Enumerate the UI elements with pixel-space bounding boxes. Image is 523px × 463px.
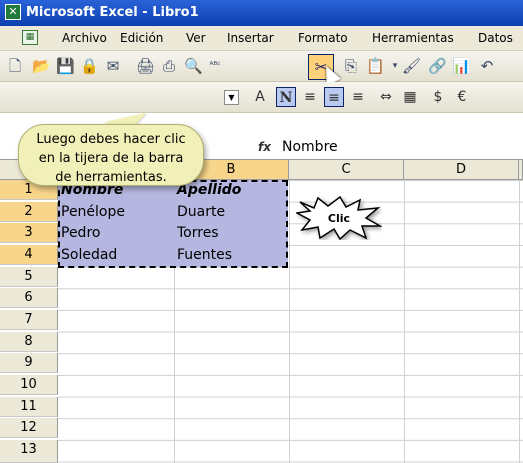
align-right-icon[interactable]: ≡ (348, 87, 368, 107)
menu-formato[interactable]: Formato (298, 31, 348, 45)
formatting-toolbar: ▼ A N ≡ ≡ ≡ ⇔ ▦ $ € (0, 82, 523, 113)
instruction-tooltip: Luego debes hacer clic en la tijera de l… (18, 124, 204, 186)
formula-input[interactable]: Nombre (282, 139, 338, 155)
copy-icon[interactable]: ⎘ (342, 57, 360, 75)
row-header[interactable]: 5 (0, 266, 58, 287)
row-header[interactable]: 10 (0, 375, 58, 395)
menu-edicion[interactable]: Edición (120, 31, 163, 45)
column-header-c[interactable]: C (289, 160, 404, 180)
menu-ver[interactable]: Ver (186, 31, 206, 45)
column-header-e[interactable] (519, 160, 523, 180)
excel-icon: ✕ (5, 4, 21, 20)
open-folder-icon[interactable]: 📂 (32, 57, 51, 75)
chart-icon[interactable]: 📊 (452, 57, 471, 75)
row-header[interactable]: 7 (0, 310, 58, 330)
workbook-icon[interactable]: ▦ (22, 30, 38, 45)
gridline-e (519, 180, 520, 463)
tooltip-line-3: de herramientas. (55, 170, 167, 185)
merge-center-icon[interactable]: ⇔ (376, 87, 396, 107)
column-header-d[interactable]: D (404, 160, 519, 180)
paste-icon[interactable]: 📋 (366, 57, 385, 75)
research-icon[interactable]: ᴬᴮᶜ (206, 57, 224, 75)
borders-icon[interactable]: ▦ (400, 87, 420, 107)
font-size-dropdown-icon[interactable]: ▼ (224, 90, 239, 105)
gridline-d (404, 180, 405, 463)
menu-herramientas[interactable]: Herramientas (372, 31, 454, 45)
window-title: Microsoft Excel - Libro1 (26, 5, 199, 20)
menu-datos[interactable]: Datos (478, 31, 513, 45)
row-header[interactable]: 6 (0, 288, 58, 309)
email-icon[interactable]: ✉ (104, 57, 122, 75)
row-header[interactable]: 2 (0, 201, 58, 222)
tooltip-line-2: en la tijera de la barra (38, 151, 184, 166)
menu-bar: ▦ Archivo Edición Ver Insertar Formato H… (0, 26, 523, 51)
row-header[interactable]: 11 (0, 396, 58, 417)
fx-icon[interactable]: fx (258, 140, 271, 154)
format-painter-icon[interactable]: 🖌 (402, 57, 421, 75)
undo-icon[interactable]: ↶ (478, 57, 496, 75)
euro-icon[interactable]: € (452, 87, 472, 107)
align-left-icon[interactable]: ≡ (300, 87, 320, 107)
align-center-icon[interactable]: ≡ (324, 87, 344, 107)
new-document-icon[interactable]: 🗋 (6, 57, 24, 75)
title-bar: ✕ Microsoft Excel - Libro1 (0, 0, 523, 26)
row-header[interactable]: 8 (0, 331, 58, 352)
permission-icon[interactable]: 🔒 (80, 57, 99, 75)
row-header[interactable]: 13 (0, 440, 58, 463)
standard-toolbar: 🗋 📂 💾 🔒 ✉ 🖨 ⎙ 🔍 ᴬᴮᶜ ✂ ⎘ 📋 ▾ 🖌 🔗 📊 ↶ (0, 51, 523, 86)
print-icon[interactable]: ⎙ (160, 57, 178, 75)
click-callout: Clic (296, 196, 382, 240)
row-header[interactable]: 9 (0, 353, 58, 374)
save-icon[interactable]: 💾 (56, 57, 75, 75)
hyperlink-icon[interactable]: 🔗 (428, 57, 447, 75)
menu-insertar[interactable]: Insertar (227, 31, 274, 45)
spelling-icon[interactable]: 🔍 (184, 57, 203, 75)
print-preview-icon[interactable]: 🖨 (136, 57, 155, 75)
tooltip-line-1: Luego debes hacer clic (36, 132, 186, 147)
row-header[interactable]: 4 (0, 245, 58, 265)
click-callout-label: Clic (328, 212, 350, 225)
bold-button[interactable]: N (276, 87, 296, 107)
currency-icon[interactable]: $ (428, 87, 448, 107)
gridline-c (289, 180, 290, 463)
worksheet-grid: B C D 1 2 3 4 5 6 7 8 9 10 11 12 13 Nomb… (0, 160, 523, 463)
row-header[interactable]: 12 (0, 418, 58, 439)
menu-archivo[interactable]: Archivo (62, 31, 107, 45)
increase-font-icon[interactable]: A (250, 87, 270, 107)
copy-marquee (58, 180, 288, 268)
row-header[interactable]: 3 (0, 223, 58, 244)
